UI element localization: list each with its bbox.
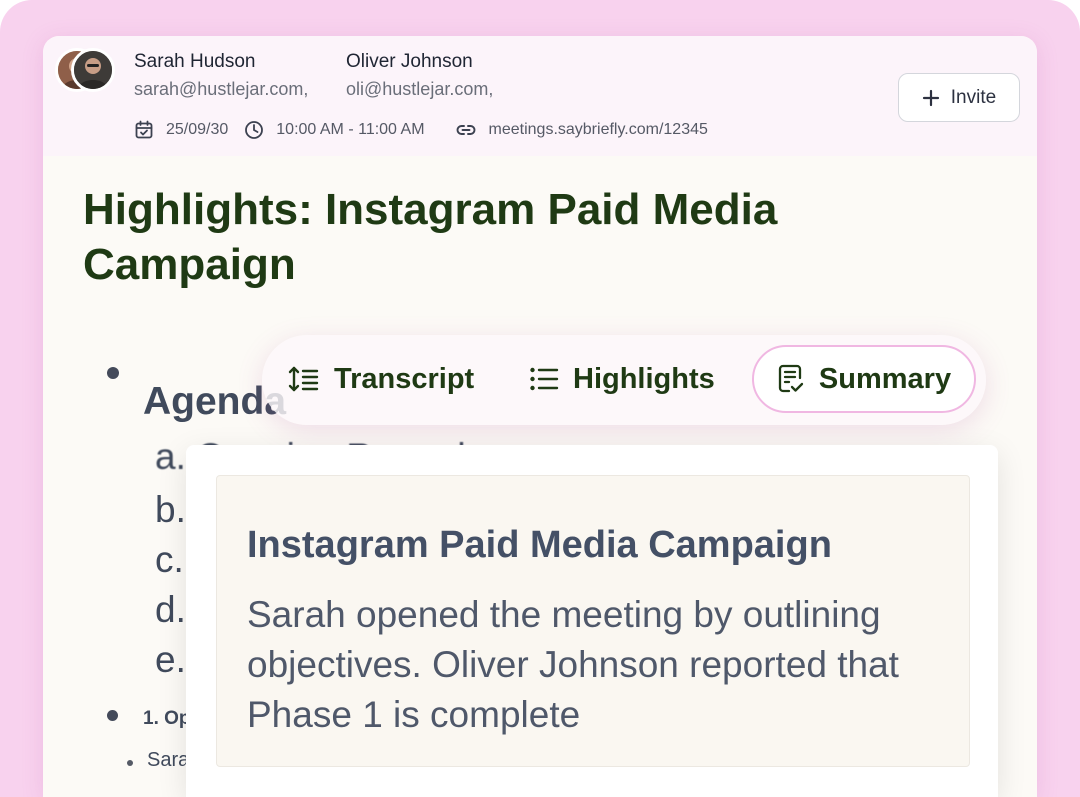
agenda-item: d.	[155, 589, 186, 630]
tab-label: Summary	[818, 362, 952, 395]
attendee-name: Oliver Johnson	[346, 51, 473, 72]
plus-icon	[922, 89, 939, 106]
invite-button[interactable]: Invite	[898, 73, 1020, 122]
app-frame: Sarah Hudson sarah@hustlejar.com, Oliver…	[0, 0, 1080, 797]
attendee-email: sarah@hustlejar.com,	[134, 79, 309, 99]
section-text: Sara	[147, 749, 190, 771]
section-heading: 1. Op	[143, 708, 191, 729]
summary-icon	[778, 364, 804, 393]
tab-summary[interactable]: Summary	[752, 345, 976, 413]
bullet	[107, 367, 119, 379]
list-icon	[530, 367, 559, 391]
attendee-oliver: Oliver Johnson oli@hustlejar.com,	[346, 50, 493, 104]
meeting-meta: 25/09/30 10:00 AM - 11:00 AM meetings.sa…	[134, 118, 708, 142]
attendee-name: Sarah Hudson	[134, 51, 256, 72]
calendar-check-icon	[135, 120, 153, 139]
attendee-email: oli@hustlejar.com,	[346, 79, 494, 99]
document-title: Highlights: Instagram Paid Media Campaig…	[83, 185, 778, 289]
tab-label: Transcript	[334, 362, 475, 395]
attendee-avatars	[55, 48, 117, 94]
bullet	[107, 710, 118, 721]
agenda-item: c.	[155, 539, 184, 580]
summary-popup: Instagram Paid Media Campaign Sarah open…	[186, 445, 998, 797]
agenda-item: e.	[155, 639, 186, 680]
bullet	[127, 760, 133, 766]
meeting-date-text: 25/09/30	[166, 121, 229, 138]
meeting-link[interactable]: meetings.saybriefly.com/12345	[455, 120, 708, 140]
invite-label: Invite	[950, 86, 997, 108]
meeting-time-text: 10:00 AM - 11:00 AM	[276, 121, 425, 138]
summary-title: Instagram Paid Media Campaign	[247, 524, 832, 566]
meeting-link-text[interactable]: meetings.saybriefly.com/12345	[489, 121, 708, 139]
summary-body: Sarah opened the meeting by outlining ob…	[247, 594, 899, 735]
tab-label: Highlights	[573, 362, 715, 395]
agenda-item: b.	[155, 489, 186, 530]
attendee-sarah: Sarah Hudson sarah@hustlejar.com,	[134, 50, 308, 104]
view-tab-bar: Transcript Highlights Summary	[262, 335, 986, 425]
meeting-date: 25/09/30	[134, 120, 228, 140]
clock-icon	[245, 121, 264, 139]
meeting-time: 10:00 AM - 11:00 AM	[244, 120, 425, 140]
tab-transcript[interactable]: Transcript	[288, 345, 474, 413]
meeting-header: Sarah Hudson sarah@hustlejar.com, Oliver…	[43, 36, 1037, 156]
summary-card: Instagram Paid Media Campaign Sarah open…	[216, 475, 970, 767]
avatar-oliver[interactable]	[71, 48, 115, 92]
link-icon	[456, 125, 475, 135]
transcript-icon	[288, 366, 319, 392]
tab-highlights[interactable]: Highlights	[529, 345, 715, 413]
